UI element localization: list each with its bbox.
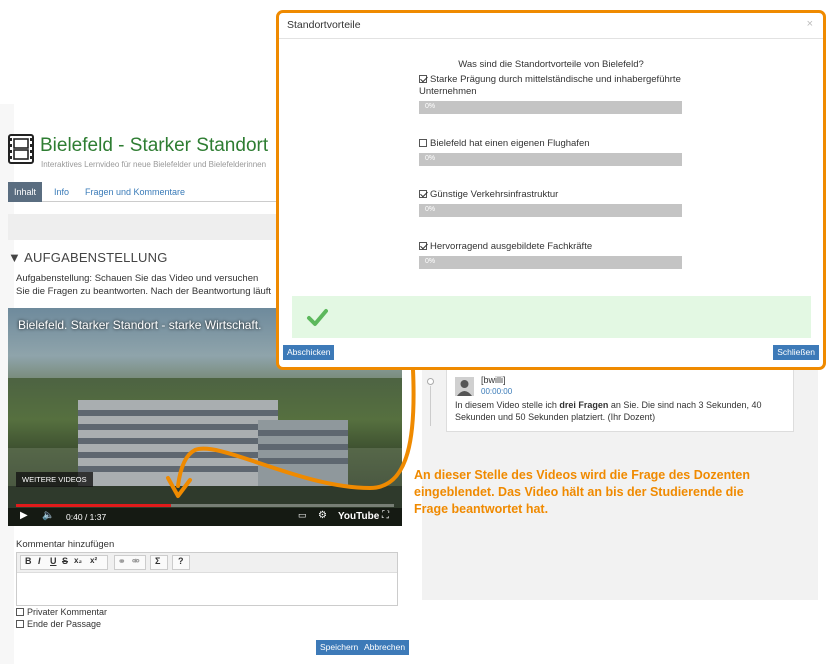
help-button[interactable]: ?: [178, 556, 184, 566]
passage-end-label: Ende der Passage: [27, 619, 102, 629]
app-title: Bielefeld - Starker Standort: [40, 135, 269, 156]
video-time: 0:40 / 1:37: [66, 512, 107, 522]
option-label: Bielefeld hat einen eigenen Flughafen: [430, 138, 590, 149]
subscript-button[interactable]: x₂: [74, 556, 82, 565]
youtube-logo[interactable]: YouTube: [338, 511, 379, 522]
timeline-marker[interactable]: [427, 378, 434, 385]
option-percent: 0%: [425, 206, 436, 213]
fullscreen-icon[interactable]: ⛶: [382, 510, 389, 521]
comment-editor[interactable]: B I U S x₂ x² ⚭ ⚮ Σ ?: [16, 552, 398, 606]
option-percent: 0%: [425, 103, 436, 110]
editor-toolbar: B I U S x₂ x² ⚭ ⚮ Σ ?: [17, 553, 397, 573]
cancel-button[interactable]: Abbrechen: [360, 640, 410, 655]
video-frame-building: [78, 400, 278, 490]
comment-timestamp[interactable]: 00:00:00: [481, 387, 512, 396]
more-videos-button[interactable]: WEITERE VIDEOS: [16, 472, 93, 487]
film-icon: [8, 134, 34, 164]
check-icon: [307, 309, 328, 326]
private-comment-option[interactable]: Privater Kommentar: [16, 607, 107, 617]
close-icon[interactable]: ×: [807, 18, 813, 30]
app-subtitle: Interaktives Lernvideo für neue Bielefel…: [41, 160, 267, 169]
option-label: Hervorragend ausgebildete Fachkräfte: [430, 241, 593, 252]
subtitles-icon[interactable]: ▭: [298, 510, 307, 521]
modal-header: Standortvorteile ×: [279, 13, 823, 39]
task-description: Aufgabenstellung: Schauen Sie das Video …: [16, 273, 272, 297]
save-button[interactable]: Speichern: [316, 640, 363, 655]
option-label: Günstige Verkehrsinfrastruktur: [430, 189, 559, 200]
video-frame-building-side: [258, 420, 348, 490]
quiz-option[interactable]: Hervorragend ausgebildete Fachkräfte 0%: [419, 241, 689, 269]
close-button[interactable]: Schließen: [773, 345, 819, 360]
quiz-question: Was sind die Standortvorteile von Bielef…: [458, 59, 644, 70]
modal-title: Standortvorteile: [287, 19, 361, 31]
option-checkbox[interactable]: [419, 190, 427, 198]
formula-button[interactable]: Σ: [155, 556, 160, 566]
timeline-line: [430, 386, 431, 426]
app-header: Bielefeld - Starker Standort Interaktive…: [8, 134, 308, 178]
underline-button[interactable]: U: [50, 556, 57, 566]
annotation-text: An dieser Stelle des Videos wird die Fra…: [414, 468, 750, 516]
option-checkbox[interactable]: [419, 75, 427, 83]
toolbar-strip: [8, 214, 298, 240]
video-progress-bar[interactable]: [16, 504, 394, 507]
italic-button[interactable]: I: [38, 556, 41, 566]
play-icon[interactable]: ▶: [20, 510, 28, 521]
option-result-bar: 0%: [419, 101, 682, 114]
task-section-header[interactable]: ▼ AUFGABENSTELLUNG: [8, 250, 168, 265]
comment-author[interactable]: [bwilli]: [481, 375, 506, 385]
quiz-modal: Standortvorteile × Was sind die Standort…: [276, 10, 826, 370]
option-percent: 0%: [425, 155, 436, 162]
gear-icon[interactable]: ⚙: [318, 510, 327, 521]
strike-button[interactable]: S: [62, 556, 68, 566]
quiz-option[interactable]: Starke Prägung durch mittelständische un…: [419, 74, 689, 114]
tab-inhalt[interactable]: Inhalt: [8, 182, 43, 202]
passage-end-checkbox[interactable]: [16, 620, 24, 628]
success-message: [292, 296, 811, 338]
tab-info[interactable]: Info: [48, 182, 75, 202]
link-icon[interactable]: ⚭: [118, 556, 126, 567]
comment-text: In diesem Video stelle ich drei Fragen a…: [455, 400, 762, 422]
tab-fragen-und-kommentare[interactable]: Fragen und Kommentare: [79, 182, 191, 202]
unlink-icon[interactable]: ⚮: [132, 556, 140, 567]
video-controls: ▶ 🔈 0:40 / 1:37 ▭ ⚙ YouTube ⛶: [8, 508, 402, 526]
option-checkbox[interactable]: [419, 242, 427, 250]
bold-button[interactable]: B: [25, 556, 32, 566]
private-comment-checkbox[interactable]: [16, 608, 24, 616]
option-label: Starke Prägung durch mittelständische un…: [419, 74, 681, 97]
volume-icon[interactable]: 🔈: [42, 510, 54, 521]
video-title[interactable]: Bielefeld. Starker Standort - starke Wir…: [18, 318, 261, 332]
comment-label: Kommentar hinzufügen: [16, 539, 115, 550]
user-avatar-icon: [455, 377, 474, 396]
passage-end-option[interactable]: Ende der Passage: [16, 619, 101, 629]
video-progress-fill: [16, 504, 171, 507]
superscript-button[interactable]: x²: [90, 556, 97, 565]
option-checkbox[interactable]: [419, 139, 427, 147]
comment-card: [bwilli] 00:00:00 In diesem Video stelle…: [446, 366, 794, 432]
tab-bar: Inhalt Info Fragen und Kommentare: [8, 182, 298, 202]
private-comment-label: Privater Kommentar: [27, 607, 108, 617]
option-result-bar: 0%: [419, 153, 682, 166]
quiz-option[interactable]: Bielefeld hat einen eigenen Flughafen 0%: [419, 138, 689, 166]
option-result-bar: 0%: [419, 256, 682, 269]
quiz-option[interactable]: Günstige Verkehrsinfrastruktur 0%: [419, 189, 689, 217]
option-percent: 0%: [425, 258, 436, 265]
submit-button[interactable]: Abschicken: [283, 345, 335, 360]
option-result-bar: 0%: [419, 204, 682, 217]
